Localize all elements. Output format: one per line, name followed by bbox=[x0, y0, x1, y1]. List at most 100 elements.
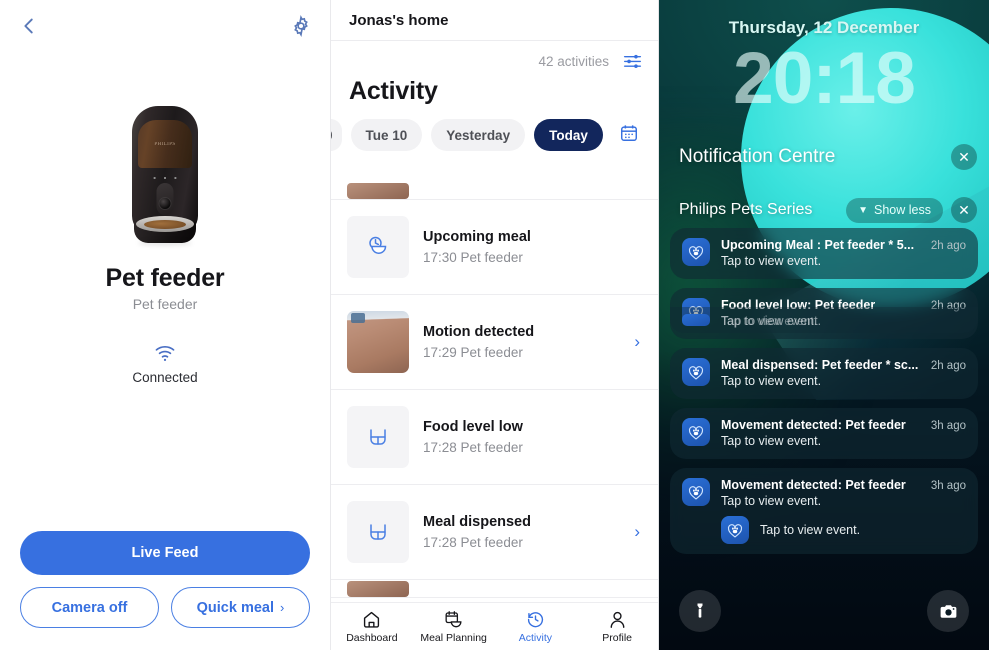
home-icon bbox=[364, 611, 380, 628]
list-item[interactable]: Food level low 17:28 Pet feeder › bbox=[331, 390, 658, 485]
feeder-camera-lens bbox=[159, 198, 171, 209]
date-chip-label: Tue 10 bbox=[365, 127, 408, 143]
device-subtitle: Pet feeder bbox=[132, 296, 198, 312]
dismiss-app-group-button[interactable]: ✕ bbox=[951, 197, 977, 223]
paw-heart-glyph bbox=[688, 246, 704, 260]
flashlight-button[interactable] bbox=[679, 590, 721, 632]
quick-meal-label: Quick meal bbox=[196, 599, 275, 616]
nav-item-dashboard[interactable]: Dashboard bbox=[331, 610, 413, 644]
date-chip-label: 9 bbox=[331, 128, 333, 143]
notification-subtitle: Tap to view event. bbox=[721, 374, 822, 388]
notification-collapsed-peek[interactable]: Tap to view event. bbox=[670, 307, 978, 333]
calendar-picker-button[interactable] bbox=[612, 123, 639, 148]
nav-item-activity[interactable]: Activity bbox=[495, 610, 577, 644]
product-brand-label: PHILIPS bbox=[154, 142, 176, 147]
paw-heart-glyph bbox=[688, 426, 704, 440]
close-notification-centre-button[interactable]: ✕ bbox=[951, 144, 977, 170]
date-chip-label: Yesterday bbox=[446, 127, 511, 143]
lockscreen-shortcuts bbox=[679, 590, 969, 632]
list-item[interactable] bbox=[331, 182, 658, 200]
notification-item[interactable]: Meal dispensed: Pet feeder * sc... 2h ag… bbox=[670, 348, 978, 399]
device-top-bar bbox=[0, 0, 330, 52]
calendar-icon bbox=[620, 124, 637, 141]
notification-body: Movement detected: Pet feeder 3h ago Tap… bbox=[721, 478, 966, 544]
notification-subtitle: Tap to view event. bbox=[721, 494, 822, 508]
pet-feeder-illustration: PHILIPS bbox=[126, 98, 204, 246]
camera-icon bbox=[940, 604, 956, 618]
wifi-icon bbox=[155, 346, 175, 361]
chevron-down-icon: ▼ bbox=[858, 204, 869, 216]
notification-stack: Upcoming Meal : Pet feeder * 5... 2h ago… bbox=[670, 228, 978, 563]
filter-button[interactable] bbox=[623, 53, 642, 69]
date-chip-partial[interactable]: 9 bbox=[331, 119, 342, 151]
notification-time: 2h ago bbox=[930, 240, 966, 252]
notification-body: Movement detected: Pet feeder 3h ago Tap… bbox=[721, 418, 966, 448]
notification-app-group-header: Philips Pets Series ▼ Show less ✕ bbox=[679, 197, 977, 223]
food-level-icon bbox=[370, 524, 386, 540]
activity-texts: Meal dispensed 17:28 Pet feeder bbox=[423, 514, 620, 550]
notification-title: Upcoming Meal : Pet feeder * 5... bbox=[721, 238, 915, 252]
activity-panel: Jonas's home 42 activities Activity 9 bbox=[330, 0, 659, 650]
nav-item-meal-planning[interactable]: Meal Planning bbox=[413, 610, 495, 644]
activity-thumbnail-photo bbox=[347, 311, 409, 373]
activity-texts: Food level low 17:28 Pet feeder bbox=[423, 419, 620, 455]
notification-peek-text: Tap to view event. bbox=[721, 314, 818, 328]
notification-time: 3h ago bbox=[930, 420, 966, 432]
food-level-icon bbox=[370, 429, 386, 445]
notification-body: Meal dispensed: Pet feeder * sc... 2h ag… bbox=[721, 358, 966, 388]
notification-item[interactable]: Upcoming Meal : Pet feeder * 5... 2h ago… bbox=[670, 228, 978, 279]
notification-subtitle: Tap to view event. bbox=[721, 434, 822, 448]
list-item[interactable]: Upcoming meal 17:30 Pet feeder › bbox=[331, 200, 658, 295]
show-less-label: Show less bbox=[874, 203, 931, 217]
notification-time: 3h ago bbox=[930, 480, 966, 492]
date-chip-yesterday[interactable]: Yesterday bbox=[431, 119, 526, 151]
connection-status-label: Connected bbox=[132, 370, 198, 385]
activity-list[interactable]: Upcoming meal 17:30 Pet feeder › Motion … bbox=[331, 182, 658, 602]
notification-title: Movement detected: Pet feeder bbox=[721, 418, 906, 432]
paw-heart-icon bbox=[682, 314, 710, 326]
camera-off-label: Camera off bbox=[51, 599, 128, 616]
paw-heart-glyph bbox=[727, 524, 743, 538]
activity-title: Motion detected bbox=[423, 324, 535, 340]
notification-subtitle: Tap to view event. bbox=[721, 254, 822, 268]
paw-heart-icon bbox=[682, 358, 710, 386]
list-item[interactable]: Motion detected 17:29 Pet feeder › bbox=[331, 295, 658, 390]
notification-time: 2h ago bbox=[930, 360, 966, 372]
back-button[interactable] bbox=[18, 15, 40, 37]
list-item[interactable]: Meal dispensed 17:28 Pet feeder › bbox=[331, 485, 658, 580]
activity-count-label: 42 activities bbox=[538, 53, 609, 69]
feeder-shadow bbox=[138, 240, 192, 246]
camera-button[interactable] bbox=[927, 590, 969, 632]
calendar-bowl-icon bbox=[445, 610, 462, 627]
app-screenshot: PHILIPS Pet feeder Pet feeder Connected bbox=[0, 0, 989, 650]
notification-item[interactable]: Movement detected: Pet feeder 3h ago Tap… bbox=[670, 468, 978, 554]
activity-thumbnail-partial bbox=[347, 581, 409, 597]
show-less-button[interactable]: ▼ Show less bbox=[846, 197, 943, 223]
date-chip-today[interactable]: Today bbox=[534, 119, 603, 151]
paw-heart-icon bbox=[721, 516, 749, 544]
chevron-right-icon: › bbox=[280, 600, 285, 615]
settings-button[interactable] bbox=[290, 15, 312, 37]
live-feed-button[interactable]: Live Feed bbox=[20, 531, 310, 575]
activity-meta: 17:29 Pet feeder bbox=[423, 345, 523, 360]
filter-sliders-icon bbox=[623, 54, 642, 68]
camera-off-button[interactable]: Camera off bbox=[20, 587, 159, 628]
notification-body: Upcoming Meal : Pet feeder * 5... 2h ago… bbox=[721, 238, 966, 268]
notification-extra-row: Tap to view event. bbox=[721, 516, 966, 544]
home-title-bar: Jonas's home bbox=[331, 0, 658, 41]
notification-item[interactable]: Movement detected: Pet feeder 3h ago Tap… bbox=[670, 408, 978, 459]
activity-thumbnail bbox=[347, 501, 409, 563]
chevron-right-icon[interactable]: › bbox=[634, 522, 644, 542]
nav-label: Dashboard bbox=[346, 631, 398, 644]
notification-extra-subtitle: Tap to view event. bbox=[760, 523, 861, 537]
flashlight-icon bbox=[697, 603, 703, 618]
device-connection-status: Connected bbox=[0, 344, 330, 385]
quick-meal-button[interactable]: Quick meal › bbox=[171, 587, 310, 628]
list-item[interactable] bbox=[331, 580, 658, 598]
date-chip-tue10[interactable]: Tue 10 bbox=[350, 119, 423, 151]
chevron-right-icon[interactable]: › bbox=[634, 332, 644, 352]
paw-heart-glyph bbox=[688, 486, 704, 500]
nav-item-profile[interactable]: Profile bbox=[576, 610, 658, 644]
device-title: Pet feeder bbox=[105, 264, 225, 292]
notification-centre-panel: Thursday, 12 December 20:18 Notification… bbox=[659, 0, 989, 650]
